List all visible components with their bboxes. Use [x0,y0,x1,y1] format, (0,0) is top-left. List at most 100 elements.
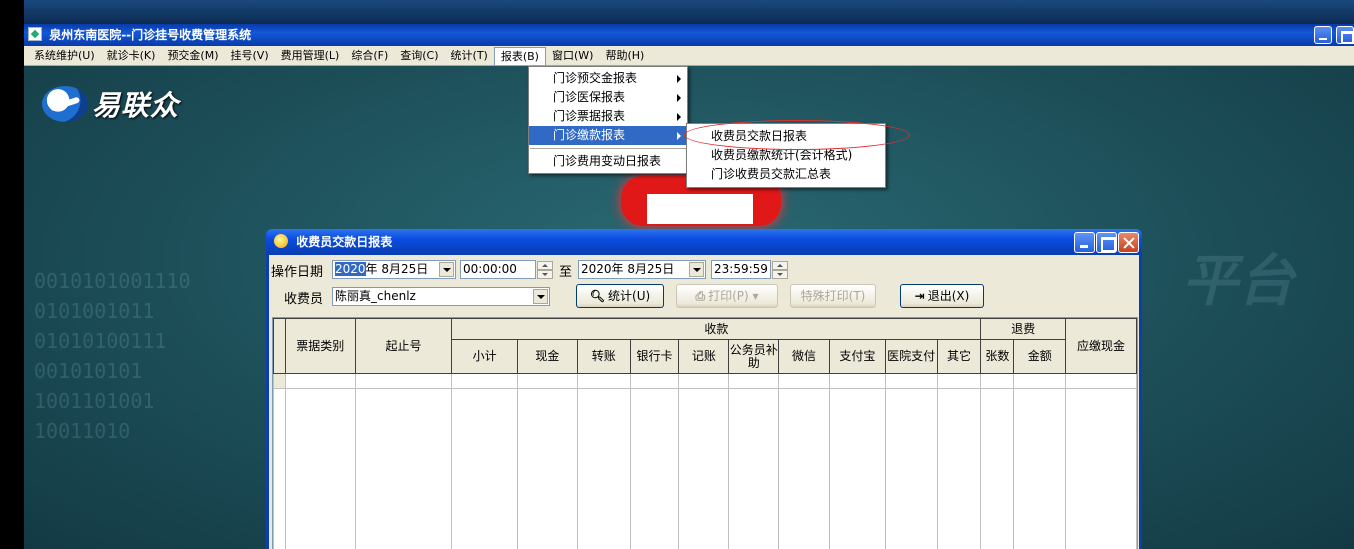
app-icon [28,27,42,41]
background-watermark: 平台 [1182,249,1294,314]
menu-window[interactable]: 窗口(W) [546,47,599,65]
menu-item-label: 门诊预交金报表 [553,71,638,85]
col-header-bank-card: 银行卡 [629,339,680,374]
date-label: 操作日期 [271,265,324,280]
menu-item-label: 门诊缴款报表 [553,128,626,142]
minimize-button[interactable] [1314,26,1332,44]
exit-button-label: 退出(X) [927,289,970,303]
to-date-picker[interactable]: 2020年 8月25日 [578,260,706,279]
background-digits: 0010101001110 0101001011 01010100111 001… [34,269,191,443]
col-header-subtotal: 小计 [451,339,519,374]
dialog-title: 收费员交款日报表 [296,235,393,249]
print-button[interactable]: ⎙ 打印(P) ▾ [676,284,778,308]
left-edge [0,0,24,549]
reports-dropdown-menu: 门诊预交金报表 门诊医保报表 门诊票据报表 门诊缴款报表 门诊费用变动日报表 [528,66,688,174]
chevron-down-icon[interactable] [439,262,454,277]
logo-mark-icon [42,86,88,122]
exit-button[interactable]: ⇥ 退出(X) [900,284,984,308]
stats-button[interactable]: 🔍︎ 统计(U) [576,284,664,308]
to-label: 至 [559,265,573,280]
col-group-collect: 收款 [451,318,982,340]
chevron-down-icon[interactable] [533,289,548,304]
cashier-daily-report-dialog: 收费员交款日报表 操作日期 2020年 8月25日 00:00:00 至 202… [266,229,1142,549]
menu-item-label: 门诊医保报表 [553,90,626,104]
to-time-value: 23:59:59 [714,262,768,276]
from-year-segment: 2020 [335,262,366,276]
col-header-civil-servant-subsidy: 公务员补助 [728,339,780,374]
annotation-ellipse [684,120,910,150]
menu-stats[interactable]: 统计(T) [445,47,494,65]
to-time-spinner[interactable] [772,261,788,280]
col-header-transfer: 转账 [576,339,631,374]
from-time-value: 00:00:00 [463,262,517,276]
col-group-refund: 退费 [980,318,1067,340]
col-header-receipt-type: 票据类别 [284,318,356,374]
submenu-arrow-icon [677,132,681,140]
submenu-arrow-icon [677,75,681,83]
col-header-cash-due: 应缴现金 [1065,318,1137,374]
submenu-arrow-icon [677,113,681,121]
from-time-spinner[interactable] [537,261,553,280]
to-time-field[interactable]: 23:59:59 [711,260,788,279]
app-title: 泉州东南医院--门诊挂号收费管理系统 [49,28,252,42]
col-header-wechat: 微信 [778,339,830,374]
to-date-value: 2020年 8月25日 [581,262,675,276]
menu-item-prepay-report[interactable]: 门诊预交金报表 [529,69,687,88]
menu-query[interactable]: 查询(C) [394,47,444,65]
binoculars-icon: 🔍︎ [589,289,606,303]
menu-item-insurance-report[interactable]: 门诊医保报表 [529,88,687,107]
menu-reports[interactable]: 报表(B) [493,46,546,65]
printer-icon: ⎙ [695,289,706,303]
menu-item-label: 门诊费用变动日报表 [553,154,662,168]
from-date-picker[interactable]: 2020年 8月25日 [332,260,456,279]
col-header-refund-amount: 金额 [1013,339,1067,374]
stats-button-label: 统计(U) [608,289,651,303]
chevron-down-icon[interactable] [689,262,704,277]
from-date-rest: 年 8月25日 [365,262,429,276]
col-header-range: 起止号 [354,318,453,374]
submenu-item-payment-summary[interactable]: 门诊收费员交款汇总表 [687,165,885,184]
from-time-field[interactable]: 00:00:00 [460,260,553,279]
table-row[interactable] [273,373,1137,389]
restore-button[interactable] [1336,26,1354,44]
cashier-label: 收费员 [284,292,324,307]
submenu-arrow-icon [677,94,681,102]
menu-system[interactable]: 系统维护(U) [28,47,101,65]
menu-item-label: 门诊票据报表 [553,109,626,123]
menu-general[interactable]: 综合(F) [345,47,394,65]
outer-window-strip [24,0,1354,24]
col-header-refund-count: 张数 [980,339,1015,374]
menu-separator [530,148,686,149]
cashier-select[interactable]: 陈丽真_chenlz [332,287,550,306]
col-header-cash: 现金 [517,339,578,374]
menu-prepay[interactable]: 预交金(M) [161,47,224,65]
chevron-down-icon: ▾ [752,289,759,303]
menu-card[interactable]: 就诊卡(K) [101,47,162,65]
brand-logo: 易联众 [42,84,179,124]
print-button-label: 打印(P) [708,289,749,303]
col-header-other: 其它 [936,339,982,374]
col-header-charge: 记账 [678,339,730,374]
col-header-hospital-pay: 医院支付 [884,339,938,374]
menubar: 系统维护(U) 就诊卡(K) 预交金(M) 挂号(V) 费用管理(L) 综合(F… [24,46,1354,66]
menu-fees[interactable]: 费用管理(L) [275,47,346,65]
menu-register[interactable]: 挂号(V) [225,47,275,65]
menu-item-receipt-report[interactable]: 门诊票据报表 [529,107,687,126]
dialog-close-button[interactable] [1118,232,1139,253]
exit-door-icon: ⇥ [914,289,925,303]
col-header-alipay: 支付宝 [828,339,886,374]
table-empty-area [273,388,1137,549]
dialog-titlebar: 收费员交款日报表 [266,229,1142,255]
dialog-body: 操作日期 2020年 8月25日 00:00:00 至 2020年 8月25日 … [269,255,1139,549]
dialog-icon [274,234,288,248]
menu-item-fee-change-report[interactable]: 门诊费用变动日报表 [529,152,687,171]
dialog-maximize-button[interactable] [1096,232,1117,253]
menu-help[interactable]: 帮助(H) [599,47,650,65]
logo-text: 易联众 [92,89,180,122]
row-header-corner [273,318,286,374]
menu-item-payment-report[interactable]: 门诊缴款报表 [529,126,687,145]
dialog-minimize-button[interactable] [1074,232,1095,253]
report-table: 票据类别 起止号 收款 退费 应缴现金 小计 现金 转账 银行卡 记账 公务员补… [272,317,1138,549]
special-print-button[interactable]: 特殊打印(T) [790,284,876,308]
special-print-button-label: 特殊打印(T) [800,289,866,303]
